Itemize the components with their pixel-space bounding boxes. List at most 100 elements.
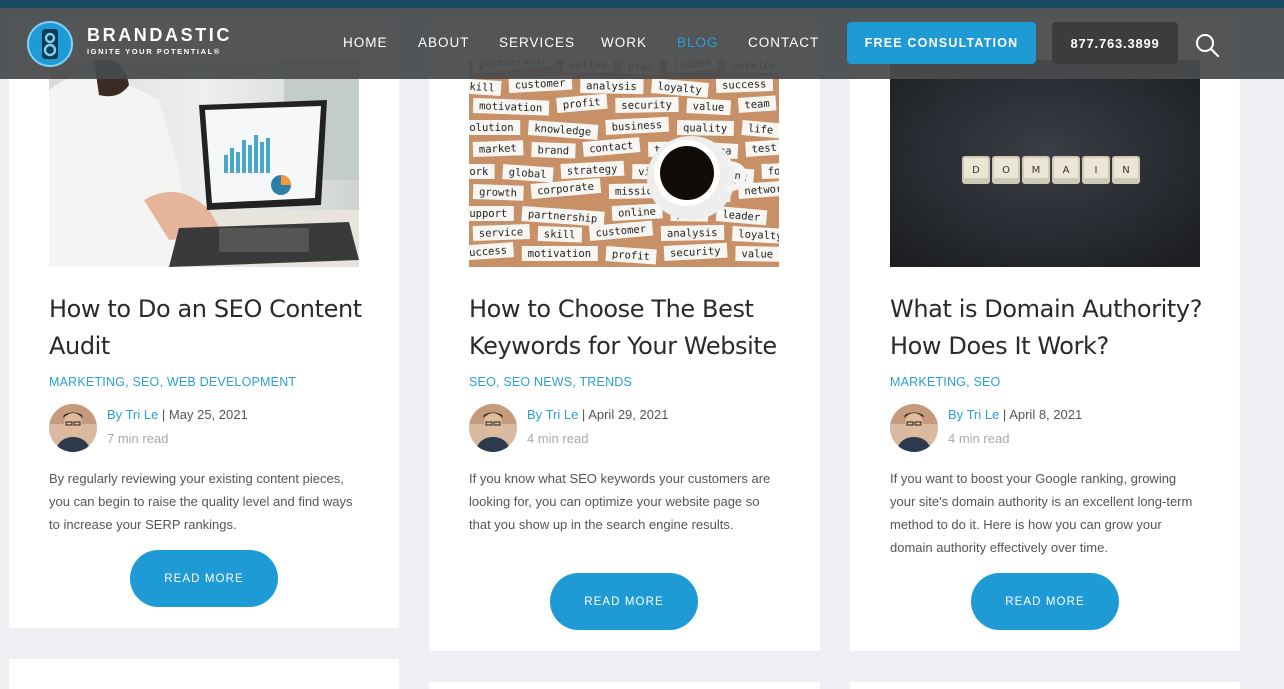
post-excerpt: By regularly reviewing your existing con… [49, 471, 353, 532]
post-title[interactable]: What is Domain Authority? How Does It Wo… [890, 291, 1210, 365]
keycap: I [1082, 156, 1110, 184]
word-tile: test [745, 139, 779, 157]
read-more-button[interactable]: READ MORE [130, 550, 278, 607]
byline-prefix: By [107, 407, 123, 422]
svg-text:quality: quality [683, 122, 727, 135]
post-categories: MARKETING, SEO [890, 375, 1001, 389]
post-title[interactable]: How to Choose The Best Keywords for Your… [469, 291, 789, 365]
top-announcement-strip [0, 0, 1284, 8]
word-tile: skill [537, 226, 583, 243]
svg-text:life: life [747, 123, 773, 137]
post-byline: By Tri Le | April 29, 2021 [527, 407, 669, 422]
word-tile: brand [531, 142, 576, 159]
logo-mark-icon [27, 21, 73, 67]
blog-card: How to Do an SEO Content Audit MARKETING… [9, 20, 399, 628]
author-link[interactable]: Tri Le [967, 407, 1000, 422]
post-thumbnail[interactable]: partnershiponlineplanleaderserviceskillc… [469, 60, 779, 267]
blog-card-next-row [850, 682, 1240, 689]
category-link[interactable]: SEO NEWS [503, 375, 572, 389]
laptop-analytics-image [49, 60, 359, 267]
svg-text:motivation: motivation [528, 248, 591, 260]
author-link[interactable]: Tri Le [126, 407, 159, 422]
author-link[interactable]: Tri Le [546, 407, 579, 422]
byline-prefix: By [527, 407, 543, 422]
search-button[interactable] [1194, 32, 1220, 58]
word-tile: service [472, 224, 530, 241]
read-time: 4 min read [527, 431, 589, 446]
category-link[interactable]: SEO [469, 375, 496, 389]
byline-prefix: By [948, 407, 964, 422]
svg-text:value: value [692, 100, 724, 114]
word-tile: market [472, 140, 524, 157]
word-tile: value [735, 246, 779, 262]
keyword-words-image: partnershiponlineplanleaderserviceskillc… [469, 60, 779, 267]
svg-text:market: market [479, 142, 517, 155]
nav-home[interactable]: HOME [343, 35, 388, 50]
post-thumbnail[interactable] [49, 60, 359, 267]
post-date: April 29, 2021 [588, 407, 669, 422]
word-tile: motivation [472, 98, 550, 116]
post-excerpt: If you know what SEO keywords your custo… [469, 471, 771, 532]
svg-text:analysis: analysis [586, 80, 637, 93]
word-tile: focus [761, 162, 779, 179]
svg-text:test: test [751, 142, 777, 156]
category-link[interactable]: SEO [132, 375, 159, 389]
nav-blog[interactable]: BLOG [677, 35, 719, 50]
svg-text:N: N [1122, 165, 1129, 176]
nav-services[interactable]: SERVICES [499, 35, 575, 50]
read-time: 7 min read [107, 431, 169, 446]
keycap: O [992, 156, 1020, 184]
category-link[interactable]: TRENDS [579, 375, 632, 389]
nav-contact[interactable]: CONTACT [748, 35, 819, 50]
post-date: April 8, 2021 [1009, 407, 1083, 422]
post-byline: By Tri Le | May 25, 2021 [107, 407, 248, 422]
svg-text:security: security [621, 99, 672, 112]
svg-text:skill: skill [544, 228, 576, 241]
word-tile: online [611, 203, 663, 221]
svg-text:skill: skill [469, 80, 495, 94]
category-link[interactable]: MARKETING [890, 375, 966, 389]
svg-text:motivation: motivation [479, 100, 543, 114]
category-link[interactable]: SEO [973, 375, 1000, 389]
site-header: BRANDASTIC IGNITE YOUR POTENTIAL® HOME A… [0, 8, 1284, 79]
search-icon [1196, 34, 1220, 58]
post-categories: SEO, SEO NEWS, TRENDS [469, 375, 633, 389]
free-consultation-button[interactable]: FREE CONSULTATION [847, 22, 1036, 64]
post-byline: By Tri Le | April 8, 2021 [948, 407, 1083, 422]
svg-text:loyalty: loyalty [738, 228, 779, 242]
read-more-button[interactable]: READ MORE [550, 573, 698, 630]
svg-text:support: support [469, 208, 507, 220]
post-thumbnail[interactable]: DOMAIN [890, 60, 1200, 267]
domain-keycaps-image: DOMAIN [890, 60, 1200, 267]
blog-card: D O M A I N What is Domain Authority? How Doe… [850, 20, 1240, 651]
brandastic-logo[interactable] [26, 20, 74, 68]
category-link[interactable]: WEB DEVELOPMENT [167, 375, 296, 389]
read-more-button[interactable]: READ MORE [971, 573, 1119, 630]
nav-about[interactable]: ABOUT [418, 35, 470, 50]
svg-text:solution: solution [469, 122, 514, 134]
category-link[interactable]: MARKETING [49, 375, 125, 389]
keycap: D [962, 156, 990, 184]
svg-text:focus: focus [768, 165, 779, 178]
post-title[interactable]: How to Do an SEO Content Audit [49, 291, 369, 365]
word-tile: team [737, 95, 777, 113]
author-avatar [49, 404, 97, 452]
svg-text:value: value [741, 248, 773, 261]
post-categories: MARKETING, SEO, WEB DEVELOPMENT [49, 375, 297, 389]
svg-text:brand: brand [537, 144, 569, 157]
word-tile: work [469, 164, 495, 179]
svg-text:work: work [469, 166, 489, 178]
svg-text:team: team [744, 98, 770, 112]
svg-text:growth: growth [479, 186, 517, 199]
svg-text:online: online [618, 206, 657, 220]
word-tile: solution [469, 120, 521, 135]
logo-tagline: IGNITE YOUR POTENTIAL® [87, 47, 221, 56]
post-excerpt: If you want to boost your Google ranking… [890, 471, 1193, 555]
phone-button[interactable]: 877.763.3899 [1052, 22, 1178, 64]
author-avatar [890, 404, 938, 452]
nav-work[interactable]: WORK [601, 35, 647, 50]
post-date: May 25, 2021 [168, 407, 248, 422]
svg-text:network: network [744, 182, 779, 197]
svg-text:success: success [722, 78, 767, 92]
read-time: 4 min read [948, 431, 1010, 446]
